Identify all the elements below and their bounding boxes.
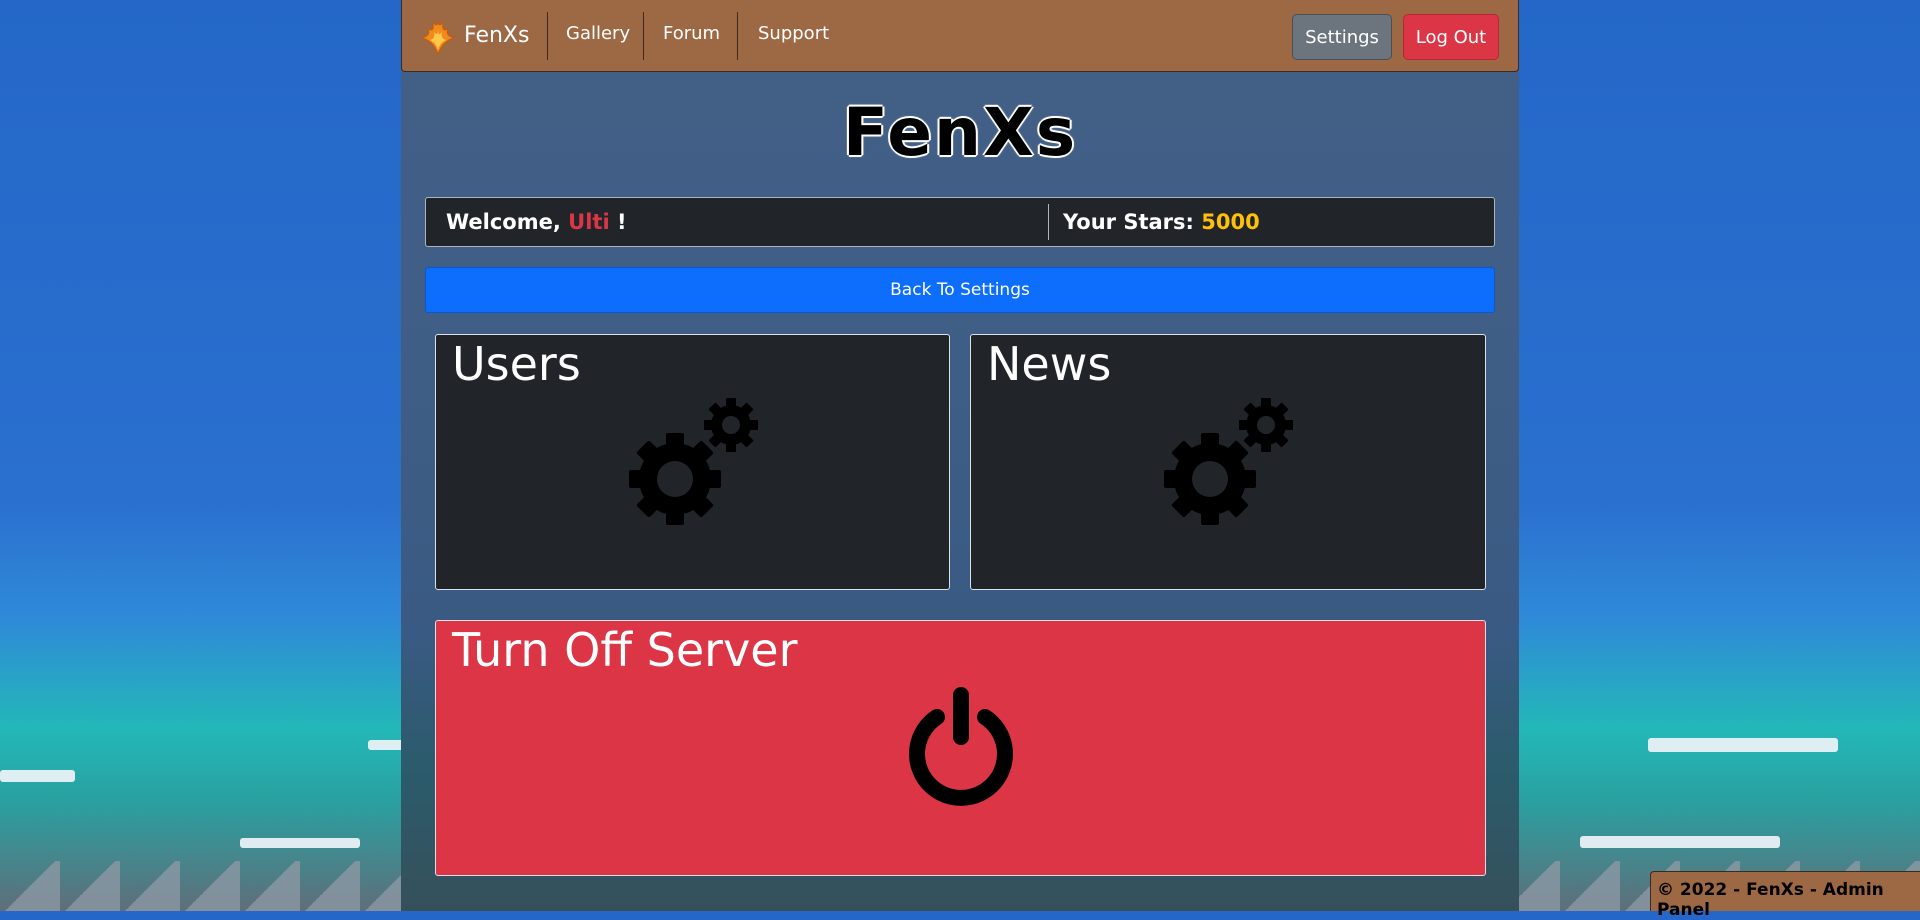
news-card-title: News bbox=[987, 337, 1112, 391]
back-to-settings-button[interactable]: Back To Settings bbox=[425, 267, 1495, 313]
stars-display: Your Stars: 5000 bbox=[1063, 210, 1260, 234]
welcome-suffix: ! bbox=[609, 210, 627, 234]
nav-divider bbox=[643, 12, 644, 60]
gears-icon bbox=[1164, 398, 1293, 525]
info-bar: Welcome, Ulti ! Your Stars: 5000 bbox=[425, 197, 1495, 247]
stars-label: Your Stars: bbox=[1063, 210, 1202, 234]
username: Ulti bbox=[568, 210, 610, 234]
gears-icon bbox=[629, 398, 758, 525]
nav-divider bbox=[737, 12, 738, 60]
main-container: FenXs Gallery Forum Support Settings Log… bbox=[401, 0, 1519, 911]
brand-name: FenXs bbox=[464, 22, 530, 48]
info-divider bbox=[1048, 204, 1049, 240]
nav-link-forum[interactable]: Forum bbox=[663, 23, 720, 44]
nav-link-gallery[interactable]: Gallery bbox=[566, 23, 630, 44]
brand[interactable]: FenXs bbox=[418, 14, 529, 56]
users-card-title: Users bbox=[452, 337, 581, 391]
stars-value: 5000 bbox=[1201, 210, 1260, 234]
nav-divider bbox=[547, 12, 548, 60]
news-card[interactable]: News bbox=[970, 334, 1486, 590]
turn-off-server-card[interactable]: Turn Off Server bbox=[435, 620, 1486, 876]
logout-button[interactable]: Log Out bbox=[1403, 14, 1499, 60]
welcome-message: Welcome, Ulti ! bbox=[446, 210, 627, 234]
footer: © 2022 - FenXs - Admin Panel bbox=[1650, 871, 1920, 920]
nav-link-support[interactable]: Support bbox=[758, 23, 829, 44]
power-icon bbox=[909, 687, 1013, 806]
settings-button[interactable]: Settings bbox=[1292, 14, 1392, 60]
navbar: FenXs Gallery Forum Support Settings Log… bbox=[401, 0, 1519, 72]
phoenix-logo-icon bbox=[420, 17, 456, 56]
site-title-logo: FenXs bbox=[842, 94, 1078, 171]
welcome-prefix: Welcome, bbox=[446, 210, 569, 234]
users-card[interactable]: Users bbox=[435, 334, 950, 590]
turn-off-server-title: Turn Off Server bbox=[452, 623, 798, 677]
